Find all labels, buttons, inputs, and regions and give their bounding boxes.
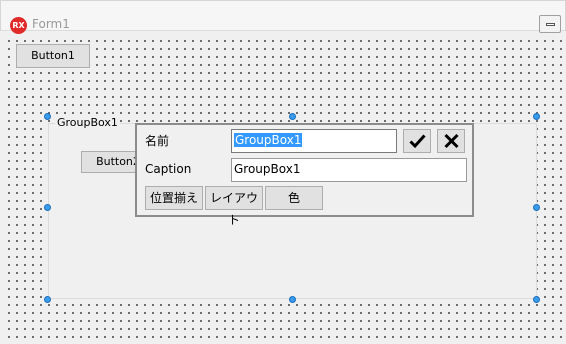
resize-handle-bottom-right[interactable] bbox=[533, 296, 540, 303]
caption-label: Caption bbox=[145, 162, 192, 176]
resize-handle-top-right[interactable] bbox=[533, 113, 540, 120]
resize-handle-left[interactable] bbox=[44, 204, 51, 211]
app-logo-icon: RX bbox=[10, 17, 27, 34]
groupbox-caption: GroupBox1 bbox=[55, 116, 120, 129]
caption-input[interactable]: GroupBox1 bbox=[231, 158, 467, 182]
form-window: RX Form1 Button1 GroupBox1 Button2 名前 Gr… bbox=[0, 0, 566, 344]
color-button[interactable]: 色 bbox=[265, 186, 323, 210]
cancel-button[interactable] bbox=[437, 129, 465, 153]
align-button[interactable]: 位置揃え bbox=[145, 186, 203, 210]
resize-handle-bottom-left[interactable] bbox=[44, 296, 51, 303]
resize-handle-top[interactable] bbox=[289, 113, 296, 120]
title-bar[interactable]: RX Form1 bbox=[0, 0, 566, 34]
minimize-icon bbox=[546, 23, 555, 26]
property-editor-popup: 名前 GroupBox1 Caption GroupBox1 位置揃え レイアウ… bbox=[135, 123, 474, 227]
minimize-button[interactable] bbox=[539, 15, 561, 33]
window-title: Form1 bbox=[32, 17, 70, 31]
x-icon bbox=[444, 133, 459, 149]
confirm-button[interactable] bbox=[403, 129, 431, 153]
name-input[interactable]: GroupBox1 bbox=[231, 129, 397, 153]
resize-handle-right[interactable] bbox=[533, 204, 540, 211]
resize-handle-bottom[interactable] bbox=[289, 296, 296, 303]
layout-button[interactable]: レイアウト bbox=[205, 186, 263, 227]
button1[interactable]: Button1 bbox=[16, 44, 90, 68]
name-input-selected-text: GroupBox1 bbox=[234, 133, 303, 147]
name-label: 名前 bbox=[145, 134, 170, 148]
resize-handle-top-left[interactable] bbox=[44, 113, 51, 120]
check-icon bbox=[409, 134, 426, 149]
